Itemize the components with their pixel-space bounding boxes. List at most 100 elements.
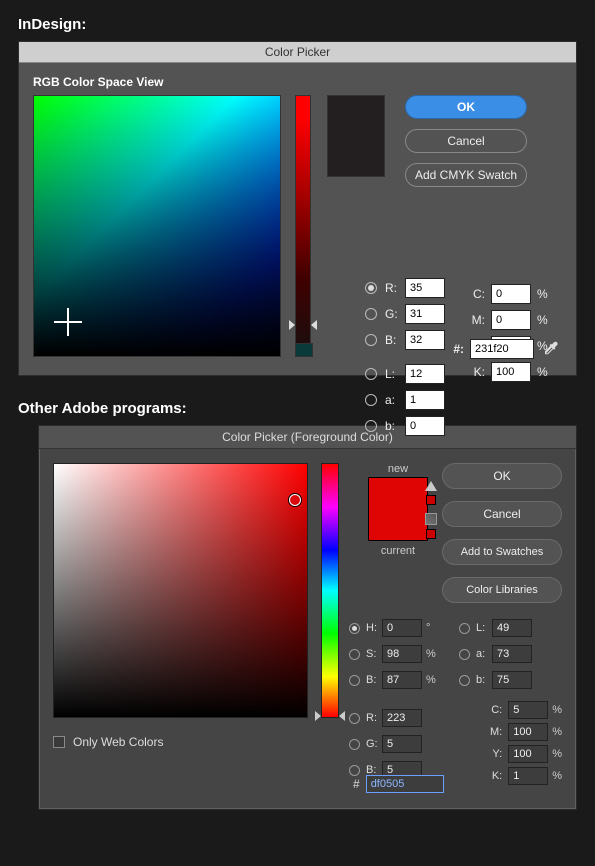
input-h[interactable]: [382, 619, 422, 637]
unit-degree: °: [426, 622, 430, 634]
photoshop-titlebar: Color Picker (Foreground Color): [39, 426, 576, 449]
indesign-color-picker-panel: Color Picker RGB Color Space View OK Can…: [18, 41, 577, 376]
label-m: M:: [465, 313, 485, 327]
indesign-color-field[interactable]: [33, 95, 281, 357]
input-r[interactable]: [405, 278, 445, 298]
hex-input[interactable]: [470, 339, 534, 359]
slider-handle-right-icon: [311, 320, 317, 330]
label-h: H:: [366, 622, 382, 634]
label-new: new: [353, 463, 443, 475]
label-m: M:: [490, 726, 502, 738]
unit-percent: %: [552, 748, 562, 760]
input-c[interactable]: [491, 284, 531, 304]
input-a[interactable]: [492, 645, 532, 663]
input-m[interactable]: [508, 723, 548, 741]
input-r[interactable]: [382, 709, 422, 727]
input-hsb-b[interactable]: [382, 671, 422, 689]
radio-l[interactable]: [365, 368, 377, 380]
input-l[interactable]: [492, 619, 532, 637]
label-k: K:: [492, 770, 502, 782]
label-lab-b: b:: [385, 419, 405, 433]
label-k: K:: [465, 365, 485, 379]
input-b[interactable]: [405, 330, 445, 350]
input-a[interactable]: [405, 390, 445, 410]
radio-h[interactable]: [349, 623, 360, 634]
unit-percent: %: [537, 365, 548, 379]
hex-input[interactable]: [366, 775, 444, 793]
input-y[interactable]: [508, 745, 548, 763]
unit-percent: %: [552, 704, 562, 716]
radio-a[interactable]: [365, 394, 377, 406]
indesign-subtitle: RGB Color Space View: [33, 75, 562, 89]
radio-rgb-b[interactable]: [349, 765, 360, 776]
add-cmyk-swatch-button[interactable]: Add CMYK Swatch: [405, 163, 527, 187]
radio-lab-b[interactable]: [459, 675, 470, 686]
slider-handle-left-icon: [289, 320, 295, 330]
input-s[interactable]: [382, 645, 422, 663]
label-current: current: [353, 545, 443, 557]
label-lab-b: b:: [476, 674, 492, 686]
label-c: C:: [491, 704, 502, 716]
input-l[interactable]: [405, 364, 445, 384]
unit-percent: %: [426, 648, 436, 660]
label-r: R:: [385, 281, 405, 295]
radio-hsb-b[interactable]: [349, 675, 360, 686]
unit-percent: %: [537, 313, 548, 327]
unit-percent: %: [537, 287, 548, 301]
input-g[interactable]: [382, 735, 422, 753]
input-m[interactable]: [491, 310, 531, 330]
radio-b[interactable]: [365, 334, 377, 346]
gamut-swatch[interactable]: [426, 495, 436, 505]
input-g[interactable]: [405, 304, 445, 324]
photoshop-hue-slider[interactable]: [321, 463, 339, 718]
input-k[interactable]: [508, 767, 548, 785]
photoshop-color-picker-panel: Color Picker (Foreground Color) new curr…: [38, 425, 577, 810]
radio-a[interactable]: [459, 649, 470, 660]
hue-bottom-swatch: [295, 343, 313, 357]
radio-s[interactable]: [349, 649, 360, 660]
ok-button[interactable]: OK: [405, 95, 527, 119]
label-c: C:: [465, 287, 485, 301]
slider-handle-left-icon: [315, 711, 321, 721]
label-b: B:: [385, 333, 405, 347]
hex-label: #:: [453, 342, 464, 356]
only-web-colors-checkbox[interactable]: Only Web Colors: [53, 735, 163, 749]
radio-r[interactable]: [365, 282, 377, 294]
websafe-warning-icon[interactable]: [425, 513, 437, 525]
slider-handle-right-icon: [339, 711, 345, 721]
radio-lab-b[interactable]: [365, 420, 377, 432]
label-g: G:: [366, 738, 382, 750]
input-c[interactable]: [508, 701, 548, 719]
label-s: S:: [366, 648, 382, 660]
websafe-swatch[interactable]: [426, 529, 436, 539]
label-l: L:: [476, 622, 492, 634]
indesign-hue-slider[interactable]: [295, 95, 311, 357]
unit-percent: %: [552, 770, 562, 782]
label-l: L:: [385, 367, 405, 381]
add-to-swatches-button[interactable]: Add to Swatches: [442, 539, 562, 565]
crosshair-icon: [54, 308, 82, 336]
photoshop-color-field[interactable]: [53, 463, 308, 718]
radio-r[interactable]: [349, 713, 360, 724]
label-y: Y:: [492, 748, 502, 760]
color-libraries-button[interactable]: Color Libraries: [442, 577, 562, 603]
only-web-colors-label: Only Web Colors: [73, 735, 163, 749]
cancel-button[interactable]: Cancel: [442, 501, 562, 527]
preview-swatch[interactable]: [368, 477, 428, 541]
label-g: G:: [385, 307, 405, 321]
radio-g[interactable]: [365, 308, 377, 320]
radio-g[interactable]: [349, 739, 360, 750]
input-lab-b[interactable]: [492, 671, 532, 689]
radio-l[interactable]: [459, 623, 470, 634]
ok-button[interactable]: OK: [442, 463, 562, 489]
label-r: R:: [366, 712, 382, 724]
hex-label: #: [353, 777, 360, 791]
selection-ring-icon: [289, 494, 301, 506]
eyedropper-icon[interactable]: [542, 340, 560, 358]
gamut-warning-icon[interactable]: [425, 481, 437, 491]
input-k[interactable]: [491, 362, 531, 382]
input-lab-b[interactable]: [405, 416, 445, 436]
section-heading-other: Other Adobe programs:: [18, 400, 577, 417]
cancel-button[interactable]: Cancel: [405, 129, 527, 153]
unit-percent: %: [426, 674, 436, 686]
